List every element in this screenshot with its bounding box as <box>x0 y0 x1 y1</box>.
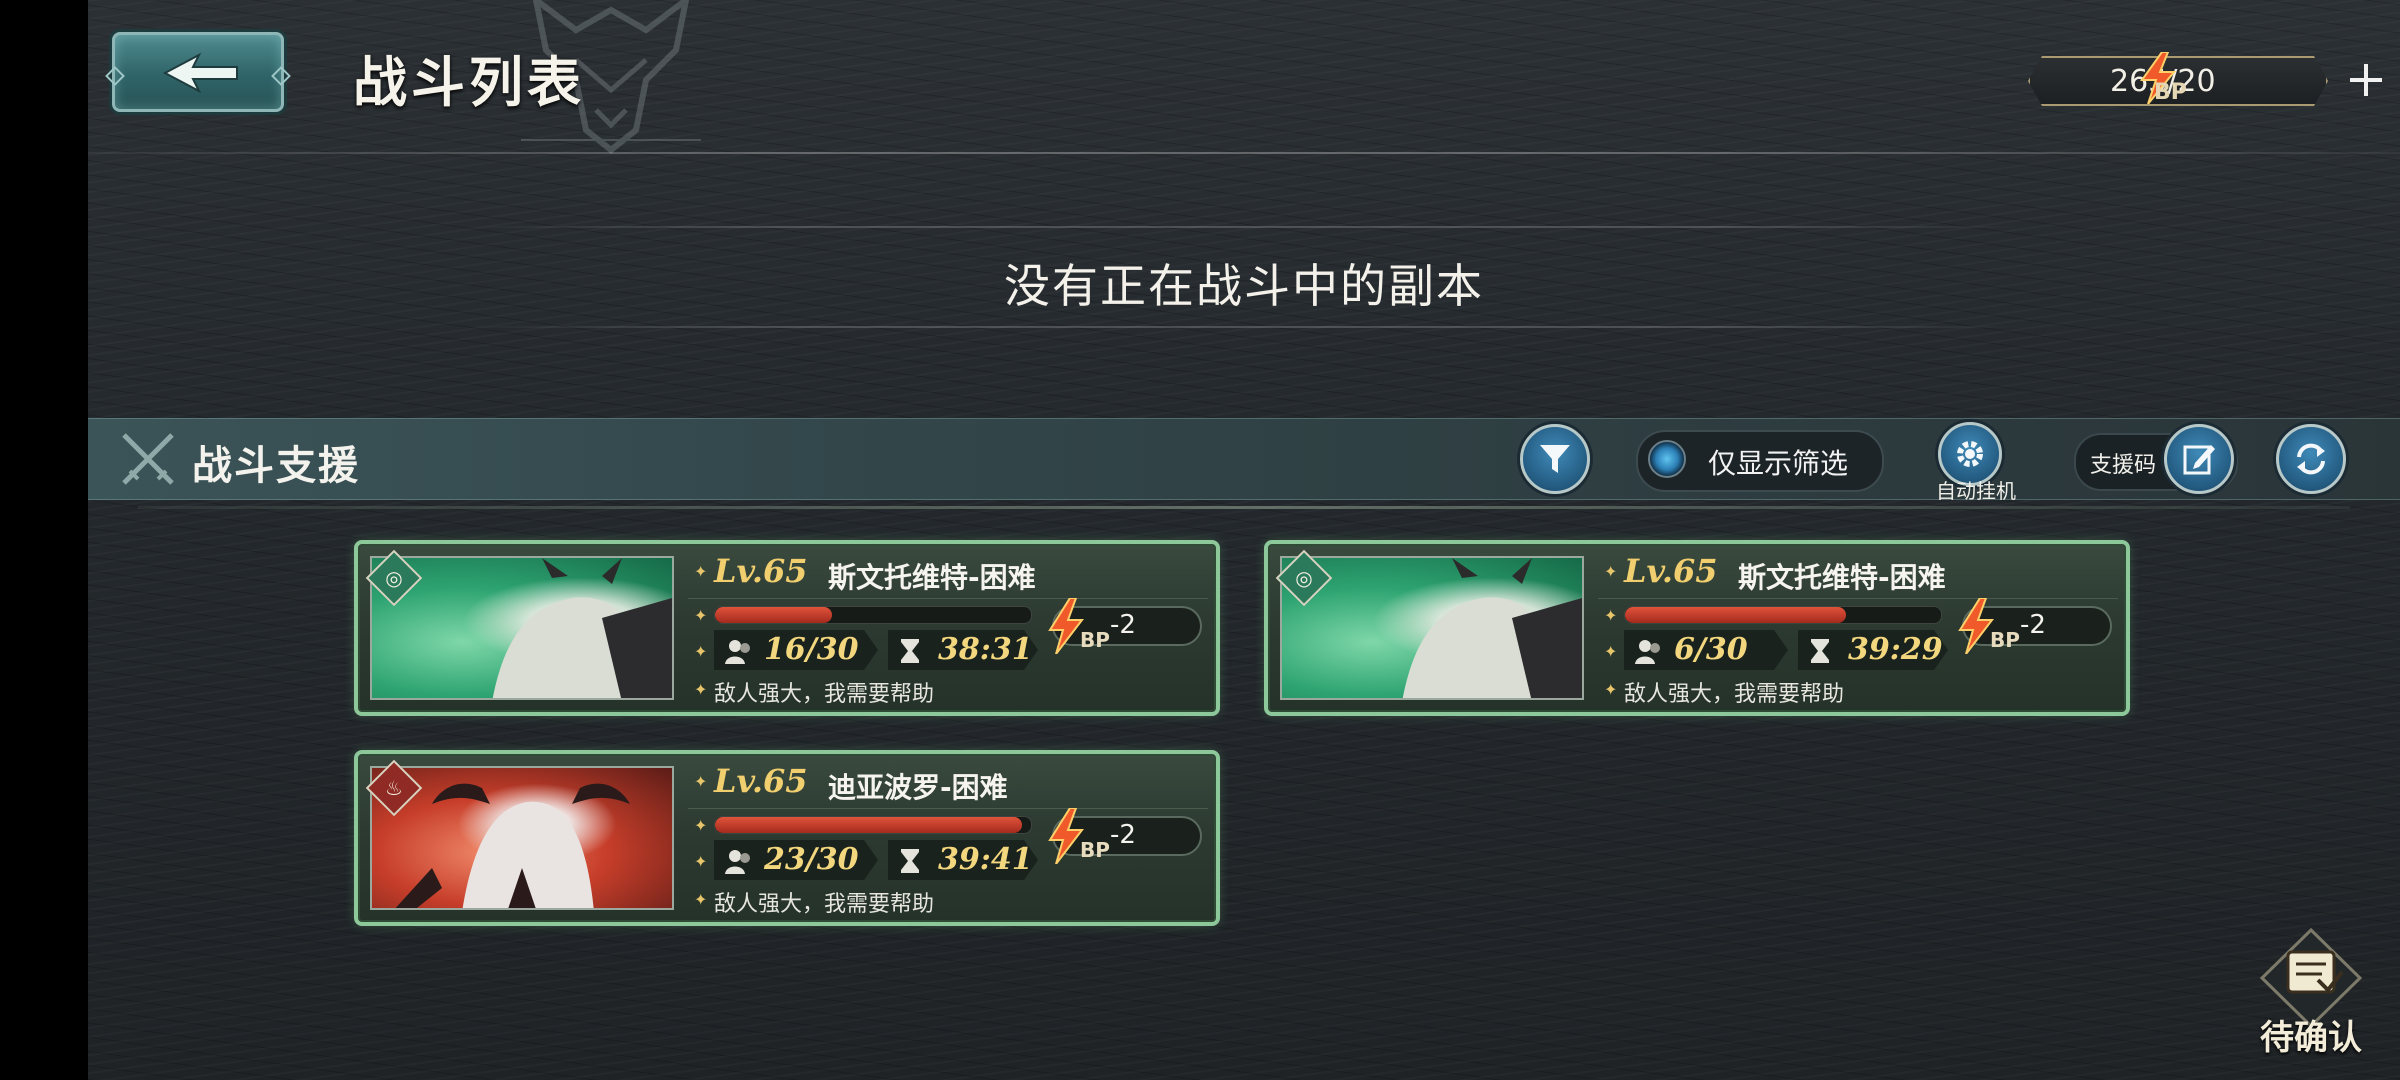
bp-cost-value: -2 <box>1110 820 1136 850</box>
refresh-button[interactable] <box>2276 424 2346 494</box>
help-message: 敌人强大，我需要帮助 <box>1624 682 1845 707</box>
auto-battle-label: 自动挂机 <box>1936 479 2016 503</box>
player-count: 6/30 <box>1624 630 1788 670</box>
player-count: 23/30 <box>714 840 878 880</box>
back-arrow-icon <box>162 52 238 94</box>
pending-confirm-label: 待确认 <box>2260 1018 2362 1058</box>
lightning-icon <box>1048 808 1084 864</box>
player-count-value: 16/30 <box>764 632 859 667</box>
player-count-value: 6/30 <box>1674 632 1748 667</box>
battle-card[interactable]: ♨ ✦ Lv.65 迪亚波罗-困难 ✦ ✦ 23/30 39:41 -2 BP … <box>354 750 1220 926</box>
boss-hp-bar <box>1624 606 1942 624</box>
support-bar-underline <box>138 506 2350 509</box>
filter-button[interactable] <box>1520 424 1590 494</box>
hourglass-icon <box>898 848 922 874</box>
time-remaining-value: 39:41 <box>938 842 1033 877</box>
boss-hp-fill <box>1625 607 1847 623</box>
boss-hp-bar <box>714 606 1032 624</box>
lightning-icon <box>1048 598 1084 654</box>
hourglass-icon <box>1808 638 1832 664</box>
card-divider <box>688 808 1208 809</box>
boss-level: Lv.65 <box>714 762 808 800</box>
boss-name: 斯文托维特-困难 <box>828 561 1036 594</box>
star-icon: ✦ <box>1604 642 1618 661</box>
bp-cost-value: -2 <box>2020 610 2046 640</box>
time-remaining-value: 38:31 <box>938 632 1033 667</box>
star-icon: ✦ <box>694 772 708 791</box>
support-header-bar: 战斗支援 仅显示筛选 自动挂机 支援码 <box>88 418 2400 503</box>
no-battle-message: 没有正在战斗中的副本 <box>1004 259 1484 313</box>
back-ornament-right <box>271 66 291 86</box>
bp-cost-label: BP <box>1080 628 1110 652</box>
funnel-icon <box>1540 445 1570 473</box>
boss-hp-fill <box>715 817 1022 833</box>
edit-icon <box>2183 445 2215 475</box>
player-count-value: 23/30 <box>764 842 859 877</box>
lightning-icon <box>1958 598 1994 654</box>
support-code-label: 支援码 <box>2090 453 2157 478</box>
time-remaining: 38:31 <box>888 630 1038 670</box>
players-icon <box>1634 638 1664 664</box>
banner-line-top <box>468 226 2020 228</box>
star-icon: ✦ <box>694 680 708 699</box>
back-button[interactable] <box>105 32 291 112</box>
refresh-icon <box>2297 443 2325 475</box>
banner-line-bottom <box>468 326 2020 328</box>
star-icon: ✦ <box>694 816 708 835</box>
active-battle-banner: 没有正在战斗中的副本 <box>88 180 2400 400</box>
card-divider <box>1598 598 2118 599</box>
support-code-button[interactable] <box>2164 424 2234 494</box>
support-title: 战斗支援 <box>192 443 360 489</box>
players-icon <box>724 848 754 874</box>
star-icon: ✦ <box>1604 562 1618 581</box>
time-remaining: 39:29 <box>1798 630 1948 670</box>
bp-cost-value: -2 <box>1110 610 1136 640</box>
header-divider <box>88 152 2400 154</box>
boss-hp-bar <box>714 816 1032 834</box>
players-icon <box>724 638 754 664</box>
time-remaining-value: 39:29 <box>1848 632 1943 667</box>
player-count: 16/30 <box>714 630 878 670</box>
battle-card[interactable]: ◎ ✦ Lv.65 斯文托维特-困难 ✦ ✦ 16/30 38:31 -2 BP… <box>354 540 1220 716</box>
boss-name: 迪亚波罗-困难 <box>828 771 1008 804</box>
back-ornament-left <box>105 66 125 86</box>
time-remaining: 39:41 <box>888 840 1038 880</box>
hourglass-icon <box>898 638 922 664</box>
crossed-swords-icon <box>122 433 174 485</box>
pending-confirm-button[interactable]: 待确认 <box>2256 927 2366 1068</box>
boss-hp-fill <box>715 607 832 623</box>
star-icon: ✦ <box>694 642 708 661</box>
star-icon: ✦ <box>694 606 708 625</box>
help-message: 敌人强大，我需要帮助 <box>714 892 935 917</box>
filter-only-toggle[interactable]: 仅显示筛选 <box>1636 430 1884 492</box>
star-icon: ✦ <box>1604 606 1618 625</box>
card-divider <box>688 598 1208 599</box>
help-message: 敌人强大，我需要帮助 <box>714 682 935 707</box>
filter-only-label: 仅显示筛选 <box>1708 447 1849 480</box>
add-bp-button[interactable] <box>2344 58 2388 102</box>
page-title: 战斗列表 <box>353 51 585 114</box>
gear-icon <box>1957 441 1983 467</box>
bp-cost-label: BP <box>1990 628 2020 652</box>
battle-card[interactable]: ◎ ✦ Lv.65 斯文托维特-困难 ✦ ✦ 6/30 39:29 -2 BP … <box>1264 540 2130 716</box>
star-icon: ✦ <box>694 890 708 909</box>
star-icon: ✦ <box>694 852 708 871</box>
boss-name: 斯文托维特-困难 <box>1738 561 1946 594</box>
boss-level: Lv.65 <box>714 552 808 590</box>
star-icon: ✦ <box>694 562 708 581</box>
toggle-indicator <box>1648 440 1686 478</box>
boss-level: Lv.65 <box>1624 552 1718 590</box>
game-screen: 战斗列表 265/20 BP 没有正在战斗中的副本 战斗支援 <box>88 0 2400 1080</box>
star-icon: ✦ <box>1604 680 1618 699</box>
bp-label: BP <box>2154 80 2187 105</box>
bp-cost-label: BP <box>1080 838 1110 862</box>
